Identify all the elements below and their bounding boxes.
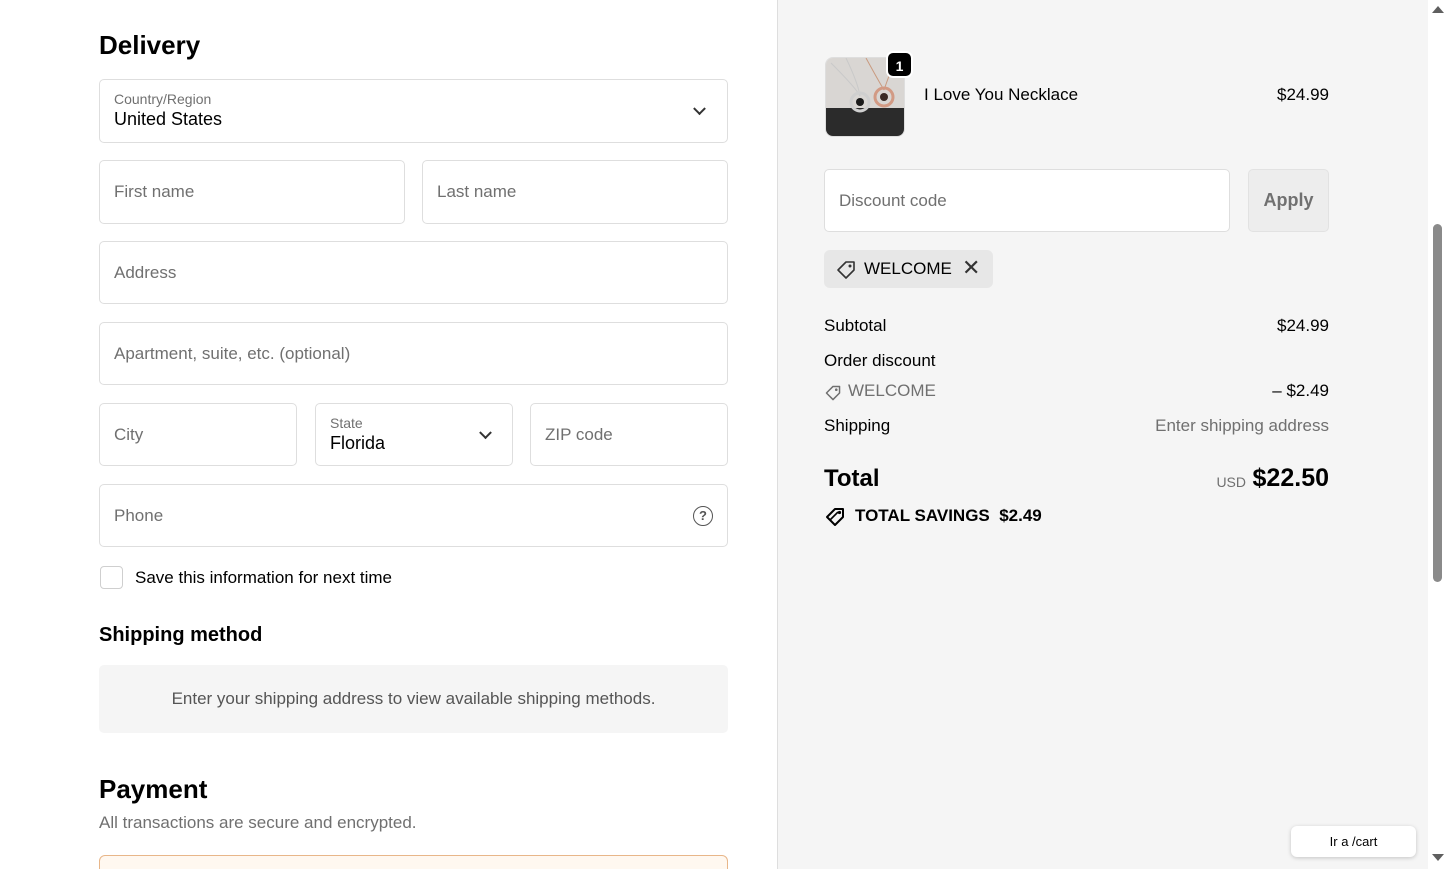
last-name-field[interactable]: Last name [422, 160, 728, 224]
payment-option-box[interactable] [99, 855, 728, 869]
close-icon[interactable]: ✕ [962, 256, 980, 280]
subtotal-value: $24.99 [1277, 316, 1329, 335]
state-select[interactable]: State Florida [315, 403, 513, 466]
scroll-thumb[interactable] [1433, 224, 1442, 582]
shipping-value: Enter shipping address [1155, 416, 1329, 435]
applied-discount-chip: WELCOME ✕ [824, 250, 993, 288]
help-icon[interactable]: ? [693, 505, 713, 526]
apartment-field[interactable]: Apartment, suite, etc. (optional) [99, 322, 728, 385]
total-value: $22.50 [1252, 464, 1329, 492]
address-placeholder: Address [114, 262, 177, 282]
last-name-placeholder: Last name [437, 182, 517, 201]
discount-code-input[interactable]: Discount code [824, 169, 1230, 232]
country-value: United States [114, 109, 223, 129]
applied-code-label: WELCOME [864, 259, 952, 278]
shipping-method-heading: Shipping method [99, 624, 263, 646]
subtotal-label: Subtotal [824, 316, 887, 335]
total-currency: USD [1216, 474, 1246, 490]
scrollbar[interactable] [1428, 0, 1447, 869]
phone-field[interactable]: Phone ? [99, 484, 728, 547]
city-placeholder: City [114, 424, 144, 444]
product-price: $24.99 [1277, 85, 1329, 104]
shipping-method-notice: Enter your shipping address to view avai… [99, 665, 728, 733]
quantity-badge: 1 [886, 51, 913, 78]
country-select[interactable]: Country/Region United States [99, 79, 728, 143]
save-info-checkbox[interactable] [100, 566, 123, 589]
chevron-down-icon [693, 102, 706, 116]
state-label: State [330, 415, 363, 431]
shipping-label: Shipping [824, 416, 891, 435]
tag-icon [825, 385, 841, 401]
product-name: I Love You Necklace [924, 85, 1079, 104]
total-savings-value: $2.49 [999, 506, 1042, 525]
phone-placeholder: Phone [114, 505, 164, 525]
scroll-down-arrow-icon[interactable] [1432, 854, 1444, 861]
save-info-label: Save this information for next time [135, 568, 393, 587]
state-value: Florida [330, 433, 386, 453]
tag-icon [826, 508, 844, 526]
address-field[interactable]: Address [99, 241, 728, 304]
payment-subtitle: All transactions are secure and encrypte… [99, 813, 417, 832]
country-label: Country/Region [114, 91, 212, 107]
discount-code-name: WELCOME [848, 381, 936, 400]
scroll-up-arrow-icon[interactable] [1432, 6, 1444, 13]
city-field[interactable]: City [99, 403, 297, 466]
chevron-down-icon [479, 425, 492, 439]
delivery-heading: Delivery [99, 30, 201, 60]
order-discount-label: Order discount [824, 351, 936, 370]
go-to-cart-button[interactable]: Ir a /cart [1291, 826, 1416, 857]
first-name-field[interactable]: First name [99, 160, 405, 224]
tag-icon [837, 261, 855, 279]
discount-code-placeholder: Discount code [839, 190, 947, 210]
first-name-placeholder: First name [114, 182, 195, 201]
discount-value: – $2.49 [1272, 381, 1329, 400]
total-savings-label: TOTAL SAVINGS [855, 506, 990, 525]
apply-button[interactable]: Apply [1248, 169, 1329, 232]
zip-field[interactable]: ZIP code [530, 403, 728, 466]
total-label: Total [824, 465, 880, 492]
total-savings: TOTAL SAVINGS $2.49 [855, 506, 1042, 526]
payment-heading: Payment [99, 774, 208, 804]
zip-placeholder: ZIP code [545, 424, 613, 444]
apartment-placeholder: Apartment, suite, etc. (optional) [114, 343, 351, 363]
